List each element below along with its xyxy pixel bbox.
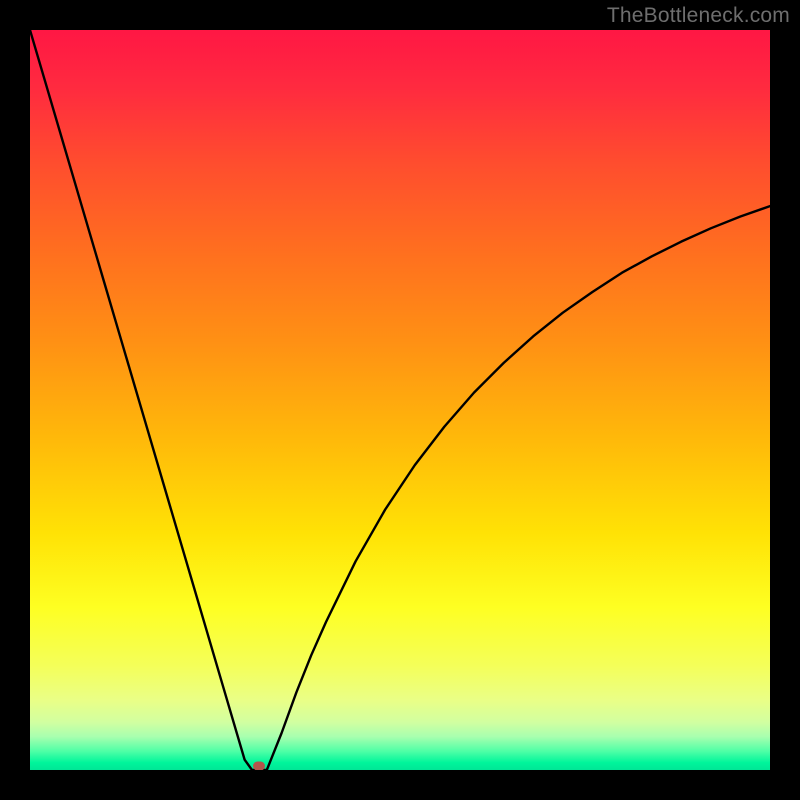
optimal-point-marker [253, 762, 265, 770]
watermark-text: TheBottleneck.com [607, 4, 790, 28]
bottleneck-curve [30, 30, 770, 770]
chart-frame: TheBottleneck.com [0, 0, 800, 800]
plot-area [30, 30, 770, 770]
